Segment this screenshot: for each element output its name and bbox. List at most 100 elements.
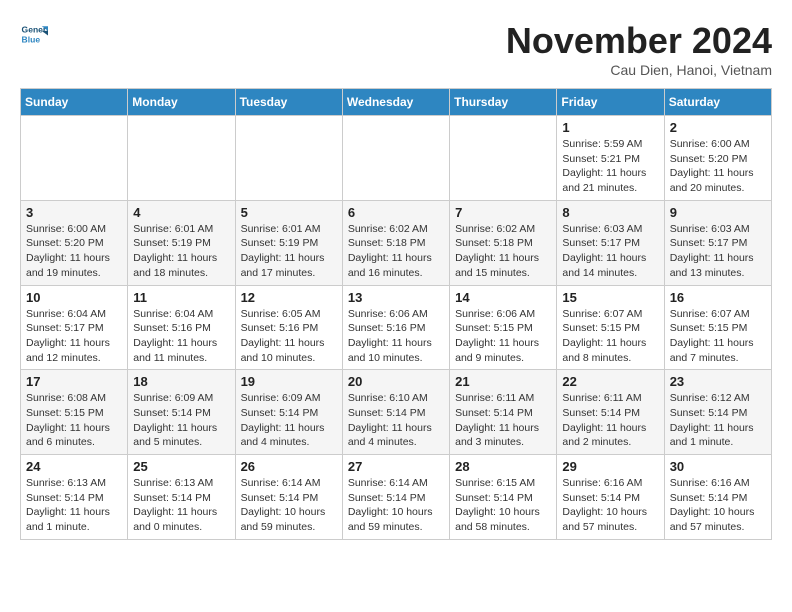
day-number: 21 xyxy=(455,374,551,389)
day-number: 12 xyxy=(241,290,337,305)
day-info: Sunrise: 6:09 AM Sunset: 5:14 PM Dayligh… xyxy=(133,391,229,450)
day-cell: 2Sunrise: 6:00 AM Sunset: 5:20 PM Daylig… xyxy=(664,116,771,201)
day-info: Sunrise: 6:03 AM Sunset: 5:17 PM Dayligh… xyxy=(670,222,766,281)
day-cell: 14 Sunrise: 6:06 AM Sunset: 5:15 PM Dayli… xyxy=(450,285,557,370)
day-number: 2 xyxy=(670,120,766,135)
day-cell: 9 Sunrise: 6:03 AM Sunset: 5:17 PM Daylig… xyxy=(664,200,771,285)
day-number: 22 xyxy=(562,374,658,389)
day-number: 8 xyxy=(562,205,658,220)
day-number: 1 xyxy=(562,120,658,135)
day-cell: 28Sunrise: 6:15 AM Sunset: 5:14 PM Dayli… xyxy=(450,455,557,540)
day-number: 11 xyxy=(133,290,229,305)
day-number: 3 xyxy=(26,205,122,220)
day-info: Sunrise: 6:08 AM Sunset: 5:15 PM Dayligh… xyxy=(26,391,122,450)
day-cell: 27 Sunrise: 6:14 AM Sunset: 5:14 PM Dayli… xyxy=(342,455,449,540)
day-number: 13 xyxy=(348,290,444,305)
day-cell: 23Sunrise: 6:12 AM Sunset: 5:14 PM Dayli… xyxy=(664,370,771,455)
day-cell: 4Sunrise: 6:01 AM Sunset: 5:19 PM Daylig… xyxy=(128,200,235,285)
day-info: Sunrise: 6:15 AM Sunset: 5:14 PM Dayligh… xyxy=(455,476,551,535)
day-number: 14 xyxy=(455,290,551,305)
day-info: Sunrise: 6:05 AM Sunset: 5:16 PM Dayligh… xyxy=(241,307,337,366)
day-number: 20 xyxy=(348,374,444,389)
logo-icon: General Blue xyxy=(20,20,48,48)
day-info: Sunrise: 6:16 AM Sunset: 5:14 PM Dayligh… xyxy=(562,476,658,535)
day-cell: 21Sunrise: 6:11 AM Sunset: 5:14 PM Dayli… xyxy=(450,370,557,455)
day-info: Sunrise: 6:10 AM Sunset: 5:14 PM Dayligh… xyxy=(348,391,444,450)
day-cell: 10Sunrise: 6:04 AM Sunset: 5:17 PM Dayli… xyxy=(21,285,128,370)
day-info: Sunrise: 6:13 AM Sunset: 5:14 PM Dayligh… xyxy=(133,476,229,535)
header: General Blue November 2024 Cau Dien, Han… xyxy=(20,20,772,78)
day-number: 5 xyxy=(241,205,337,220)
day-info: Sunrise: 6:13 AM Sunset: 5:14 PM Dayligh… xyxy=(26,476,122,535)
svg-text:General: General xyxy=(22,24,48,34)
day-number: 24 xyxy=(26,459,122,474)
day-cell: 5 Sunrise: 6:01 AM Sunset: 5:19 PM Daylig… xyxy=(235,200,342,285)
day-cell: 24 Sunrise: 6:13 AM Sunset: 5:14 PM Dayli… xyxy=(21,455,128,540)
weekday-header-sunday: Sunday xyxy=(21,89,128,116)
day-number: 23 xyxy=(670,374,766,389)
weekday-header-monday: Monday xyxy=(128,89,235,116)
title-area: November 2024 Cau Dien, Hanoi, Vietnam xyxy=(506,20,772,78)
day-number: 17 xyxy=(26,374,122,389)
day-number: 27 xyxy=(348,459,444,474)
day-info: Sunrise: 6:01 AM Sunset: 5:19 PM Dayligh… xyxy=(133,222,229,281)
day-cell: 12 Sunrise: 6:05 AM Sunset: 5:16 PM Dayli… xyxy=(235,285,342,370)
day-cell: 18 Sunrise: 6:09 AM Sunset: 5:14 PM Dayli… xyxy=(128,370,235,455)
day-cell: 29 Sunrise: 6:16 AM Sunset: 5:14 PM Dayli… xyxy=(557,455,664,540)
day-number: 7 xyxy=(455,205,551,220)
day-info: Sunrise: 6:06 AM Sunset: 5:15 PM Dayligh… xyxy=(455,307,551,366)
day-cell xyxy=(235,116,342,201)
day-number: 16 xyxy=(670,290,766,305)
weekday-header-thursday: Thursday xyxy=(450,89,557,116)
day-cell: 15 Sunrise: 6:07 AM Sunset: 5:15 PM Dayli… xyxy=(557,285,664,370)
day-info: Sunrise: 6:16 AM Sunset: 5:14 PM Dayligh… xyxy=(670,476,766,535)
day-info: Sunrise: 6:04 AM Sunset: 5:16 PM Dayligh… xyxy=(133,307,229,366)
week-row-2: 3 Sunrise: 6:00 AM Sunset: 5:20 PM Daylig… xyxy=(21,200,772,285)
day-info: Sunrise: 6:02 AM Sunset: 5:18 PM Dayligh… xyxy=(348,222,444,281)
day-info: Sunrise: 6:06 AM Sunset: 5:16 PM Dayligh… xyxy=(348,307,444,366)
day-cell: 3 Sunrise: 6:00 AM Sunset: 5:20 PM Daylig… xyxy=(21,200,128,285)
day-number: 25 xyxy=(133,459,229,474)
day-info: Sunrise: 6:14 AM Sunset: 5:14 PM Dayligh… xyxy=(241,476,337,535)
week-row-3: 10Sunrise: 6:04 AM Sunset: 5:17 PM Dayli… xyxy=(21,285,772,370)
day-cell: 8 Sunrise: 6:03 AM Sunset: 5:17 PM Daylig… xyxy=(557,200,664,285)
week-row-5: 24 Sunrise: 6:13 AM Sunset: 5:14 PM Dayli… xyxy=(21,455,772,540)
day-cell: 17 Sunrise: 6:08 AM Sunset: 5:15 PM Dayli… xyxy=(21,370,128,455)
day-cell xyxy=(450,116,557,201)
day-cell: 30 Sunrise: 6:16 AM Sunset: 5:14 PM Dayli… xyxy=(664,455,771,540)
day-info: Sunrise: 6:00 AM Sunset: 5:20 PM Dayligh… xyxy=(26,222,122,281)
day-cell: 22 Sunrise: 6:11 AM Sunset: 5:14 PM Dayli… xyxy=(557,370,664,455)
day-number: 10 xyxy=(26,290,122,305)
day-cell: 16 Sunrise: 6:07 AM Sunset: 5:15 PM Dayli… xyxy=(664,285,771,370)
day-cell xyxy=(342,116,449,201)
day-info: Sunrise: 6:07 AM Sunset: 5:15 PM Dayligh… xyxy=(670,307,766,366)
weekday-header-wednesday: Wednesday xyxy=(342,89,449,116)
day-cell: 19Sunrise: 6:09 AM Sunset: 5:14 PM Dayli… xyxy=(235,370,342,455)
day-number: 9 xyxy=(670,205,766,220)
day-info: Sunrise: 6:01 AM Sunset: 5:19 PM Dayligh… xyxy=(241,222,337,281)
weekday-header-saturday: Saturday xyxy=(664,89,771,116)
day-cell xyxy=(128,116,235,201)
day-info: Sunrise: 6:14 AM Sunset: 5:14 PM Dayligh… xyxy=(348,476,444,535)
weekday-header-friday: Friday xyxy=(557,89,664,116)
day-number: 30 xyxy=(670,459,766,474)
day-cell: 25 Sunrise: 6:13 AM Sunset: 5:14 PM Dayli… xyxy=(128,455,235,540)
location: Cau Dien, Hanoi, Vietnam xyxy=(506,62,772,78)
day-number: 18 xyxy=(133,374,229,389)
day-info: Sunrise: 6:02 AM Sunset: 5:18 PM Dayligh… xyxy=(455,222,551,281)
weekday-header-row: SundayMondayTuesdayWednesdayThursdayFrid… xyxy=(21,89,772,116)
day-info: Sunrise: 6:07 AM Sunset: 5:15 PM Dayligh… xyxy=(562,307,658,366)
calendar: SundayMondayTuesdayWednesdayThursdayFrid… xyxy=(20,88,772,540)
day-cell: 11 Sunrise: 6:04 AM Sunset: 5:16 PM Dayli… xyxy=(128,285,235,370)
month-title: November 2024 xyxy=(506,20,772,62)
logo: General Blue xyxy=(20,20,48,48)
weekday-header-tuesday: Tuesday xyxy=(235,89,342,116)
day-number: 29 xyxy=(562,459,658,474)
day-number: 15 xyxy=(562,290,658,305)
day-info: Sunrise: 6:11 AM Sunset: 5:14 PM Dayligh… xyxy=(562,391,658,450)
day-info: Sunrise: 6:03 AM Sunset: 5:17 PM Dayligh… xyxy=(562,222,658,281)
day-cell: 6Sunrise: 6:02 AM Sunset: 5:18 PM Daylig… xyxy=(342,200,449,285)
day-cell: 20 Sunrise: 6:10 AM Sunset: 5:14 PM Dayli… xyxy=(342,370,449,455)
day-number: 19 xyxy=(241,374,337,389)
day-cell xyxy=(21,116,128,201)
